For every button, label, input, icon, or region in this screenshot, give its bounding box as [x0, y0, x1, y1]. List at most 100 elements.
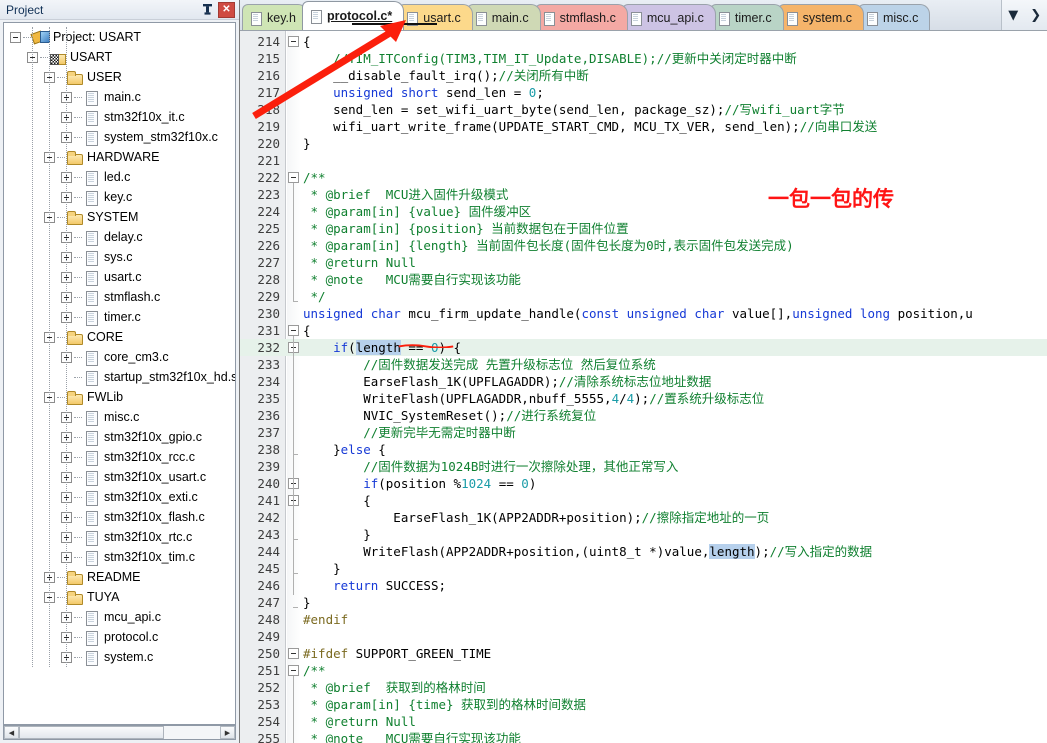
close-icon[interactable]: ✕ — [218, 1, 235, 18]
code-line[interactable]: 227 * @return Null — [240, 254, 1047, 271]
tree-item-user[interactable]: USER — [4, 67, 235, 87]
fold-toggle-icon[interactable] — [288, 172, 299, 183]
tree-item-stm32f10x_flash.c[interactable]: stm32f10x_flash.c — [4, 507, 235, 527]
tree-item-readme[interactable]: README — [4, 567, 235, 587]
tree-item-stm32f10x_exti.c[interactable]: stm32f10x_exti.c — [4, 487, 235, 507]
file-tab-misc.c[interactable]: misc.c — [857, 4, 931, 30]
code-line[interactable]: 237 //更新完毕无需定时器中断 — [240, 424, 1047, 441]
hscroll-thumb[interactable] — [19, 726, 164, 739]
tree-item-stm32f10x_tim.c[interactable]: stm32f10x_tim.c — [4, 547, 235, 567]
code-line[interactable]: 236 NVIC_SystemReset();//进行系统复位 — [240, 407, 1047, 424]
code-line[interactable]: 246 return SUCCESS; — [240, 577, 1047, 594]
tree-item-usart.c[interactable]: usart.c — [4, 267, 235, 287]
code-line[interactable]: 219 wifi_uart_write_frame(UPDATE_START_C… — [240, 118, 1047, 135]
code-line[interactable]: 220} — [240, 135, 1047, 152]
code-line[interactable]: 228 * @note MCU需要自行实现该功能 — [240, 271, 1047, 288]
code-line[interactable]: 222 /** — [240, 169, 1047, 186]
tree-item-core_cm3.c[interactable]: core_cm3.c — [4, 347, 235, 367]
code-line[interactable]: 215 //TIM_ITConfig(TIM3,TIM_IT_Update,DI… — [240, 50, 1047, 67]
code-line[interactable]: 230 unsigned char mcu_firm_update_handle(… — [240, 305, 1047, 322]
tree-item-core[interactable]: CORE — [4, 327, 235, 347]
tab-scroll-right-icon[interactable]: ❯ — [1027, 8, 1045, 23]
tree-item-timer.c[interactable]: timer.c — [4, 307, 235, 327]
code-line[interactable]: 247} — [240, 594, 1047, 611]
fold-toggle-icon[interactable] — [288, 665, 299, 676]
tree-item-system.c[interactable]: system.c — [4, 647, 235, 667]
tree-item-delay.c[interactable]: delay.c — [4, 227, 235, 247]
code-line[interactable]: 244 WriteFlash(APP2ADDR+position,(uint8_… — [240, 543, 1047, 560]
tree-item-hardware[interactable]: HARDWARE — [4, 147, 235, 167]
file-tab-key.h[interactable]: key.h — [242, 4, 308, 30]
code-line[interactable]: 214 { — [240, 33, 1047, 50]
code-line[interactable]: 243 } — [240, 526, 1047, 543]
tree-item-main.c[interactable]: main.c — [4, 87, 235, 107]
code-line[interactable]: 249 — [240, 628, 1047, 645]
file-tab-usart.c[interactable]: usart.c — [398, 4, 473, 30]
tree-item-system[interactable]: SYSTEM — [4, 207, 235, 227]
tab-list-dropdown-icon[interactable]: ▼ — [1004, 8, 1022, 23]
code-line[interactable]: 221 — [240, 152, 1047, 169]
tree-item-stm32f10x_gpio.c[interactable]: stm32f10x_gpio.c — [4, 427, 235, 447]
tree-item-stm32f10x_it.c[interactable]: stm32f10x_it.c — [4, 107, 235, 127]
code-line[interactable]: 226 * @param[in] {length} 当前固件包长度(固件包长度为… — [240, 237, 1047, 254]
code-line[interactable]: 223 * @brief MCU进入固件升级模式 — [240, 186, 1047, 203]
code-line[interactable]: 231 { — [240, 322, 1047, 339]
file-tab-mcu_api.c[interactable]: mcu_api.c — [621, 4, 716, 30]
code-line[interactable]: 233 //固件数据发送完成 先置升级标志位 然后复位系统 — [240, 356, 1047, 373]
tree-item-misc.c[interactable]: misc.c — [4, 407, 235, 427]
code-line[interactable]: 252 * @brief 获取到的格林时间 — [240, 679, 1047, 696]
fold-toggle-icon[interactable] — [288, 36, 299, 47]
code-line[interactable]: 225 * @param[in] {position} 当前数据包在于固件位置 — [240, 220, 1047, 237]
fold-toggle-icon[interactable] — [288, 325, 299, 336]
code-line[interactable]: 234 EarseFlash_1K(UPFLAGADDR);//清除系统标志位地… — [240, 373, 1047, 390]
file-tab-protocol.c-[interactable]: protocol.c* — [301, 1, 405, 30]
code-line[interactable]: 229 */ — [240, 288, 1047, 305]
tree-item-stm32f10x_rcc.c[interactable]: stm32f10x_rcc.c — [4, 447, 235, 467]
tree-item-stmflash.c[interactable]: stmflash.c — [4, 287, 235, 307]
tree-item-tuya[interactable]: TUYA — [4, 587, 235, 607]
code-line[interactable]: 242 EarseFlash_1K(APP2ADDR+position);//擦… — [240, 509, 1047, 526]
code-line[interactable]: 218 send_len = set_wifi_uart_byte(send_l… — [240, 101, 1047, 118]
tree-item-key.c[interactable]: key.c — [4, 187, 235, 207]
code-line[interactable]: 241 { — [240, 492, 1047, 509]
tree-item-led.c[interactable]: led.c — [4, 167, 235, 187]
tree-item-fwlib[interactable]: FWLib — [4, 387, 235, 407]
scroll-left-button[interactable]: ◀ — [4, 726, 19, 739]
code-line[interactable]: 238 }else { — [240, 441, 1047, 458]
code-line[interactable]: 239 //固件数据为1024B时进行一次擦除处理，其他正常写入 — [240, 458, 1047, 475]
tree-item-stm32f10x_rtc.c[interactable]: stm32f10x_rtc.c — [4, 527, 235, 547]
code-line[interactable]: 250 #ifdef SUPPORT_GREEN_TIME — [240, 645, 1047, 662]
hscroll-track[interactable] — [19, 726, 220, 739]
code-line[interactable]: 251 /** — [240, 662, 1047, 679]
code-line[interactable]: 224 * @param[in] {value} 固件缓冲区 — [240, 203, 1047, 220]
project-panel-hscrollbar[interactable]: ◀ ▶ — [3, 725, 236, 740]
code-line[interactable]: 254 * @return Null — [240, 713, 1047, 730]
tree-item-protocol.c[interactable]: protocol.c — [4, 627, 235, 647]
scroll-right-button[interactable]: ▶ — [220, 726, 235, 739]
tree-item-stm32f10x_usart.c[interactable]: stm32f10x_usart.c — [4, 467, 235, 487]
code-line[interactable]: 216 __disable_fault_irq();//关闭所有中断 — [240, 67, 1047, 84]
tree-item-sys.c[interactable]: sys.c — [4, 247, 235, 267]
file-tab-main.c[interactable]: main.c — [466, 4, 541, 30]
code-line[interactable]: 240 if(position %1024 == 0) — [240, 475, 1047, 492]
code-line[interactable]: 245 } — [240, 560, 1047, 577]
tree-item-usart[interactable]: USART — [4, 47, 235, 67]
collapse-icon[interactable] — [10, 31, 21, 43]
code-line[interactable]: 248 #endif — [240, 611, 1047, 628]
file-tab-stmflash.c[interactable]: stmflash.c — [534, 4, 628, 30]
code-line[interactable]: 232 if(length == 0) { — [240, 339, 1047, 356]
code-line[interactable]: 255 * @note MCU需要自行实现该功能 — [240, 730, 1047, 743]
file-tab-timer.c[interactable]: timer.c — [709, 4, 784, 30]
pin-icon[interactable] — [199, 2, 216, 18]
tree-item-system_stm32f10x.c[interactable]: system_stm32f10x.c — [4, 127, 235, 147]
code-line[interactable]: 235 WriteFlash(UPFLAGADDR,nbuff_5555,4/4… — [240, 390, 1047, 407]
project-tree-container[interactable]: Project: USART USART USER main.c stm32f10x_i… — [3, 22, 236, 725]
code-line[interactable]: 217 unsigned short send_len = 0; — [240, 84, 1047, 101]
code-editor[interactable]: 214 {215 //TIM_ITConfig(TIM3,TIM_IT_Updat… — [240, 30, 1047, 743]
fold-toggle-icon[interactable] — [288, 648, 299, 659]
tree-item-project-usart[interactable]: Project: USART — [4, 27, 235, 47]
tree-item-mcu_api.c[interactable]: mcu_api.c — [4, 607, 235, 627]
tree-item-startup_stm32f10x_hd.s[interactable]: startup_stm32f10x_hd.s — [4, 367, 235, 387]
file-tab-system.c[interactable]: system.c — [777, 4, 864, 30]
code-line[interactable]: 253 * @param[in] {time} 获取到的格林时间数据 — [240, 696, 1047, 713]
